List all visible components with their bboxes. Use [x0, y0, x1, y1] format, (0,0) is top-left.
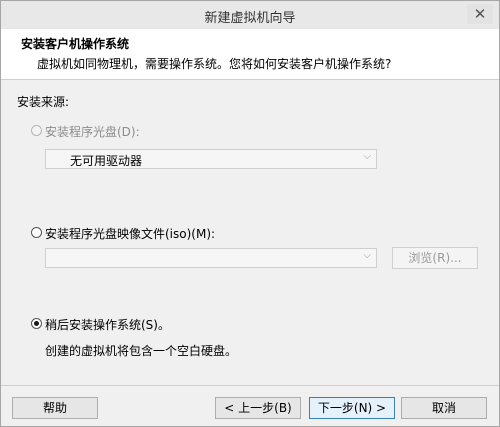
- disc-option-label: 安装程序光盘(D):: [45, 125, 140, 139]
- iso-option-label: 安装程序光盘映像文件(iso)(M):: [45, 227, 216, 241]
- iso-path-input[interactable]: ⌵: [45, 248, 377, 268]
- disc-drive-value: 无可用驱动器: [70, 154, 143, 168]
- later-option-label: 稍后安装操作系统(S)。: [45, 318, 170, 332]
- header-description: 虚拟机如同物理机，需要操作系统。您将如何安装客户机操作系统?: [37, 57, 392, 71]
- header-title: 安装客户机操作系统: [21, 37, 130, 51]
- later-radio[interactable]: [31, 318, 42, 329]
- close-icon[interactable]: ✕: [467, 4, 493, 24]
- chevron-down-icon: ⌵: [363, 250, 371, 261]
- cancel-button[interactable]: 取消: [401, 397, 487, 419]
- blank-disk-note: 创建的虚拟机将包含一个空白硬盘。: [45, 344, 238, 358]
- wizard-window: 新建虚拟机向导 ✕ 安装客户机操作系统 虚拟机如同物理机，需要操作系统。您将如何…: [0, 0, 500, 427]
- wizard-header: 安装客户机操作系统 虚拟机如同物理机，需要操作系统。您将如何安装客户机操作系统?: [1, 29, 499, 80]
- title-bar: 新建虚拟机向导 ✕: [1, 1, 499, 29]
- footer-divider: [1, 385, 499, 386]
- disc-drive-select[interactable]: 无可用驱动器 ⌵: [45, 149, 377, 169]
- install-source-label: 安装来源:: [17, 95, 70, 109]
- back-button[interactable]: < 上一步(B): [215, 397, 301, 419]
- window-title: 新建虚拟机向导: [204, 11, 296, 26]
- next-button[interactable]: 下一步(N) >: [309, 397, 395, 419]
- chevron-down-icon: ⌵: [363, 151, 371, 162]
- help-button[interactable]: 帮助: [12, 397, 98, 419]
- iso-radio[interactable]: [31, 227, 42, 238]
- browse-button[interactable]: 浏览(R)...: [392, 247, 478, 269]
- disc-radio[interactable]: [31, 125, 42, 136]
